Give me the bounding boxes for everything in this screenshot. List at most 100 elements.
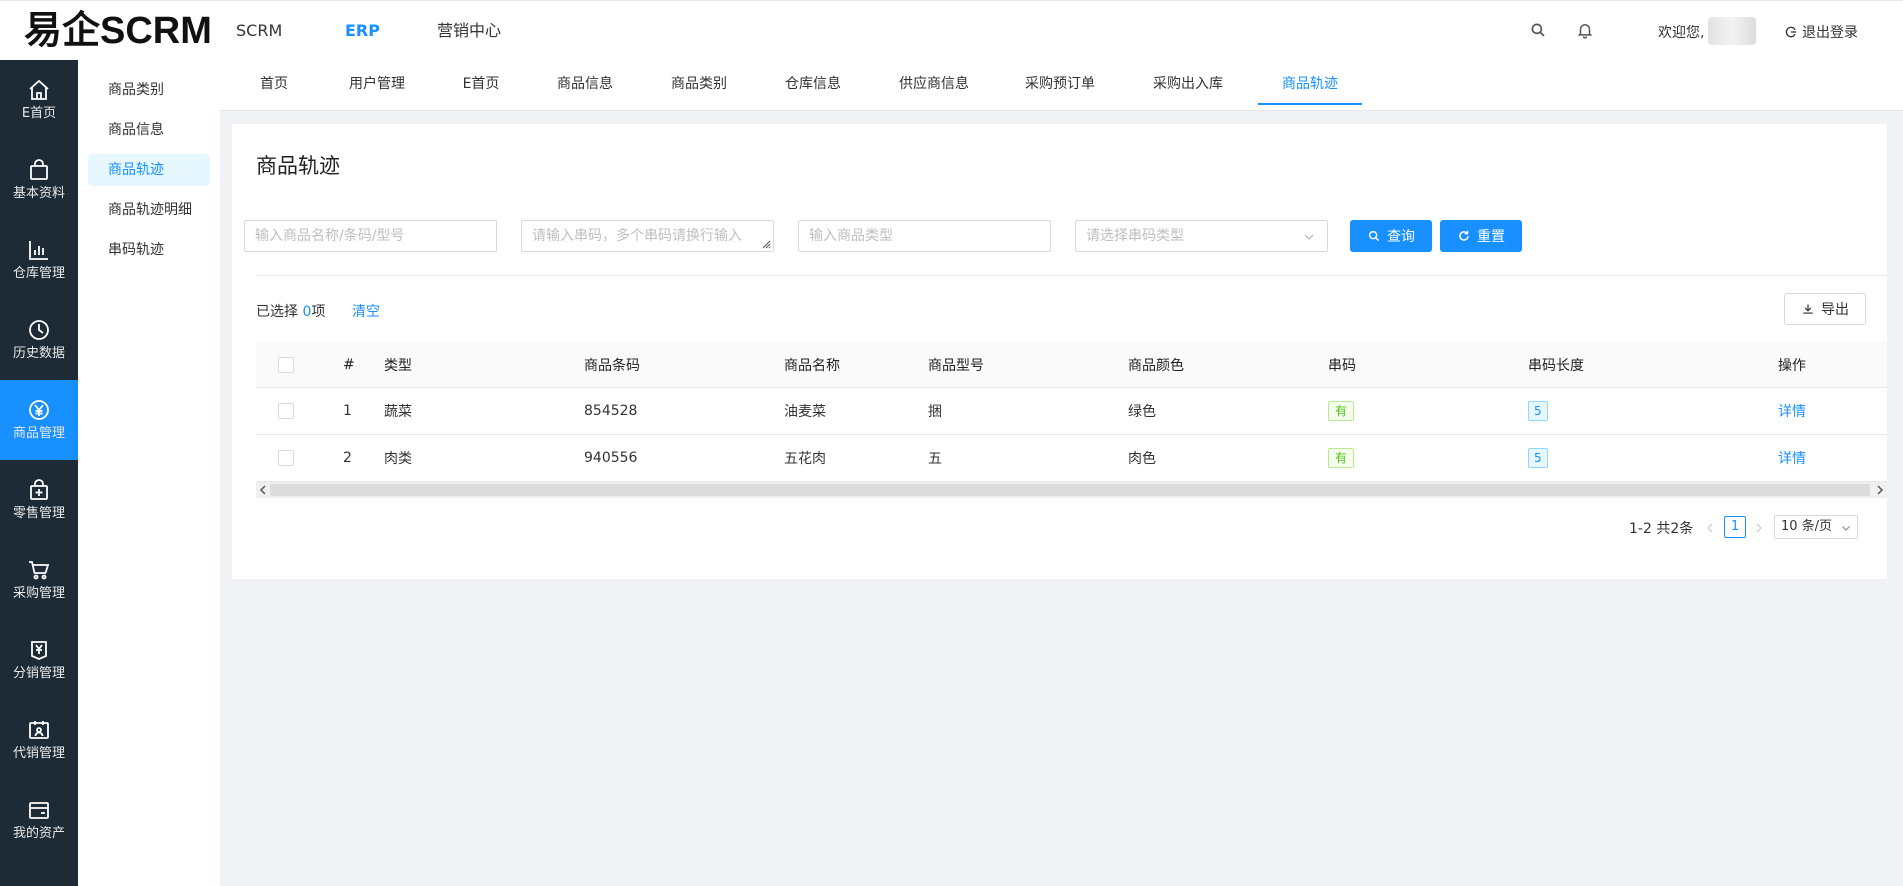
current-page-button[interactable]: 1 — [1724, 516, 1746, 538]
sidebar-item-e-home[interactable]: E首页 — [0, 60, 78, 140]
scrollbar-thumb[interactable] — [270, 484, 1870, 496]
chevron-right-icon[interactable] — [1875, 485, 1885, 495]
reset-button[interactable]: 重置 — [1440, 220, 1522, 252]
product-category-input-field[interactable] — [809, 221, 1040, 251]
topnav-scrm[interactable]: SCRM — [236, 19, 282, 43]
welcome-text: 欢迎您, — [1658, 25, 1705, 41]
col-barcode: 商品条码 — [584, 357, 640, 374]
product-category-input[interactable] — [798, 220, 1051, 252]
tab-e-home[interactable]: E首页 — [456, 60, 506, 105]
sidebar-item-assets[interactable]: 我的资产 — [0, 780, 78, 860]
cell-actions: 详情 — [1778, 388, 1806, 434]
topnav-marketing[interactable]: 营销中心 — [437, 19, 501, 43]
bell-icon[interactable] — [1576, 21, 1594, 39]
detail-link[interactable]: 详情 — [1778, 448, 1806, 468]
yen-bag-icon — [26, 637, 52, 663]
tab-purchase-inout[interactable]: 采购出入库 — [1148, 60, 1228, 105]
tab-product-info[interactable]: 商品信息 — [552, 60, 618, 105]
sidebar-item-basic-data[interactable]: 基本资料 — [0, 140, 78, 220]
cell-type: 蔬菜 — [384, 404, 412, 420]
avatar[interactable] — [1708, 17, 1756, 45]
clear-selection-link[interactable]: 清空 — [352, 301, 380, 321]
home-icon — [26, 77, 52, 103]
serial-status-badge: 有 — [1328, 401, 1355, 421]
sidebar-item-retail[interactable]: 零售管理 — [0, 460, 78, 540]
sidebar-item-label: 零售管理 — [12, 506, 65, 521]
resize-grip-icon[interactable] — [761, 239, 771, 249]
page-size-select[interactable]: 10 条/页 — [1774, 515, 1858, 539]
query-button[interactable]: 查询 — [1350, 220, 1432, 252]
cell-color: 绿色 — [1128, 404, 1156, 420]
product-name-input-field[interactable] — [255, 221, 486, 251]
calendar-user-icon — [26, 717, 52, 743]
horizontal-scrollbar[interactable] — [256, 482, 1887, 498]
tab-home[interactable]: 首页 — [250, 60, 298, 105]
sidebar-item-purchase[interactable]: 采购管理 — [0, 540, 78, 620]
row-checkbox-cell — [278, 435, 294, 481]
sidebar-item-product-mgmt[interactable]: 商品管理 — [0, 380, 78, 460]
product-name-input[interactable] — [244, 220, 497, 252]
submenu-item-product-info[interactable]: 商品信息 — [88, 114, 210, 146]
serial-textarea[interactable] — [521, 220, 774, 252]
divider — [256, 275, 1887, 276]
cell-name: 五花肉 — [784, 451, 826, 467]
cell-barcode: 854528 — [584, 403, 638, 419]
row-checkbox[interactable] — [278, 403, 294, 419]
sidebar-item-label: 仓库管理 — [12, 266, 65, 281]
detail-link[interactable]: 详情 — [1778, 401, 1806, 421]
page-tabs: 首页 用户管理 E首页 商品信息 商品类别 仓库信息 供应商信息 采购预订单 采… — [220, 60, 1903, 111]
chevron-left-icon[interactable] — [258, 485, 268, 495]
col-name: 商品名称 — [784, 357, 840, 374]
cell-model: 捆 — [928, 404, 942, 420]
logout-icon — [1784, 25, 1798, 39]
download-icon — [1801, 302, 1815, 316]
sidebar-item-distribution[interactable]: 分销管理 — [0, 620, 78, 700]
submenu-item-serial-trace[interactable]: 串码轨迹 — [88, 234, 210, 266]
tab-user-mgmt[interactable]: 用户管理 — [344, 60, 410, 105]
row-checkbox[interactable] — [278, 450, 294, 466]
serial-textarea-field[interactable] — [532, 221, 763, 251]
cell-serial-length: 5 — [1528, 435, 1548, 481]
prev-page-icon[interactable] — [1704, 520, 1716, 536]
tab-supplier-info[interactable]: 供应商信息 — [894, 60, 974, 105]
col-color: 商品颜色 — [1128, 357, 1184, 374]
tab-purchase-preorder[interactable]: 采购预订单 — [1020, 60, 1100, 105]
main-sidebar: E首页 基本资料 仓库管理 历史数据 商品管理 零售管理 采购管理 分销管理 代… — [0, 60, 78, 886]
trace-table: # 类型 商品条码 商品名称 商品型号 商品颜色 串码 串码长度 操作 1 蔬菜… — [256, 342, 1887, 498]
submenu-item-product-category[interactable]: 商品类别 — [88, 74, 210, 106]
cell-type: 肉类 — [384, 451, 412, 467]
app-logo: 易企SCRM — [24, 10, 212, 52]
submenu-item-product-trace-detail[interactable]: 商品轨迹明细 — [88, 194, 210, 226]
sidebar-item-consignment[interactable]: 代销管理 — [0, 700, 78, 780]
bar-chart-icon — [26, 237, 52, 263]
sidebar-item-warehouse[interactable]: 仓库管理 — [0, 220, 78, 300]
cart-icon — [26, 557, 52, 583]
logout-label: 退出登录 — [1802, 25, 1858, 41]
serial-type-select[interactable]: 请选择串码类型 — [1075, 220, 1328, 252]
sidebar-item-history[interactable]: 历史数据 — [0, 300, 78, 380]
submenu-item-product-trace[interactable]: 商品轨迹 — [88, 154, 210, 186]
query-button-label: 查询 — [1387, 229, 1415, 245]
table-row: 2 肉类 940556 五花肉 五 肉色 有 5 详情 — [256, 435, 1887, 482]
selection-info: 已选择 0项 — [256, 301, 325, 321]
next-page-icon[interactable] — [1753, 520, 1765, 536]
sidebar-item-label: 代销管理 — [12, 746, 65, 761]
wallet-icon — [26, 797, 52, 823]
tab-warehouse-info[interactable]: 仓库信息 — [780, 60, 846, 105]
chevron-down-icon — [1303, 231, 1315, 243]
cell-color: 肉色 — [1128, 451, 1156, 467]
serial-status-badge: 有 — [1328, 448, 1355, 468]
topnav-erp[interactable]: ERP — [345, 19, 380, 43]
search-icon[interactable] — [1529, 21, 1547, 39]
cell-serial: 有 — [1328, 388, 1355, 434]
select-all-checkbox[interactable] — [278, 356, 294, 373]
export-button[interactable]: 导出 — [1784, 293, 1866, 325]
sidebar-item-label: 我的资产 — [12, 826, 65, 841]
tab-product-trace[interactable]: 商品轨迹 — [1258, 60, 1362, 105]
col-index: # — [343, 356, 355, 373]
tab-product-category[interactable]: 商品类别 — [666, 60, 732, 105]
search-icon — [1367, 229, 1381, 243]
logout-button[interactable]: 退出登录 — [1784, 22, 1858, 42]
cell-index: 2 — [343, 450, 352, 466]
selection-prefix: 已选择 — [256, 304, 303, 320]
